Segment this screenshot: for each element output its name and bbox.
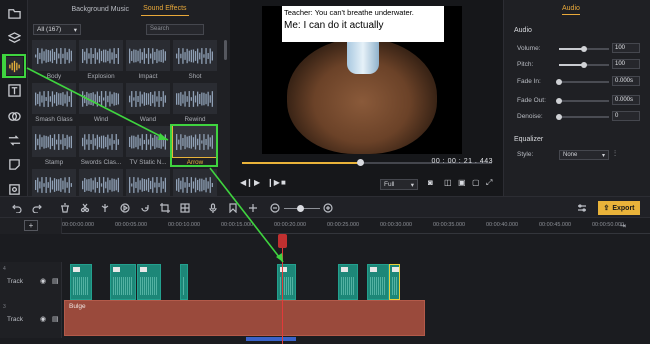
annotation-arrow-2 xyxy=(209,167,284,263)
annotation-arrow-1 xyxy=(26,67,169,141)
annotation-arrows xyxy=(26,67,284,263)
annotation-arrowhead-1 xyxy=(158,133,168,140)
